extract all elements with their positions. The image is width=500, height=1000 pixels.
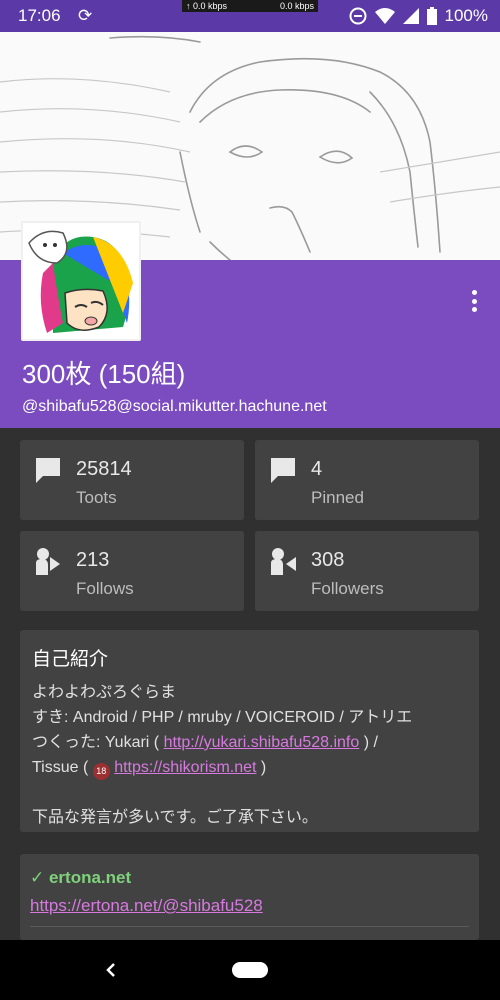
- stat-label: Followers: [311, 579, 384, 598]
- followers-icon: [271, 548, 296, 575]
- chat-bubble-icon: [271, 458, 295, 483]
- bio-text-fragment: ): [256, 759, 267, 776]
- bio-spacer: [32, 780, 472, 805]
- menu-dot: [471, 298, 477, 304]
- network-speed: ↑ 0.0 kbps 0.0 kbps: [182, 0, 318, 12]
- avatar[interactable]: [21, 221, 141, 341]
- wifi-icon: [374, 8, 395, 24]
- overflow-menu-button[interactable]: [462, 286, 486, 316]
- verified-field-name: ✓ ertona.net: [30, 868, 132, 887]
- status-icons: 100%: [349, 6, 488, 26]
- net-down: 0.0 kbps: [279, 1, 314, 11]
- status-time: 17:06: [18, 6, 61, 25]
- stat-follows[interactable]: 213 Follows: [20, 531, 244, 611]
- home-pill-button[interactable]: [232, 962, 268, 978]
- follows-icon: [36, 548, 60, 575]
- chat-bubble-icon: [36, 458, 60, 483]
- do-not-disturb-icon: [349, 7, 367, 25]
- menu-dot: [471, 290, 477, 295]
- bio-title: 自己紹介: [32, 649, 109, 670]
- stat-value: 308: [311, 549, 345, 571]
- stat-value: 25814: [76, 458, 132, 480]
- bio-card: 自己紹介 よわよわぷろぐらま すき: Android / PHP / mruby…: [20, 630, 479, 832]
- menu-dot: [471, 307, 477, 312]
- yukari-link[interactable]: http://yukari.shibafu528.info: [164, 734, 360, 751]
- net-up: ↑ 0.0 kbps: [186, 1, 228, 11]
- sync-icon: ⟳: [78, 6, 93, 25]
- battery-percent: 100%: [444, 6, 488, 25]
- stat-followers[interactable]: 308 Followers: [255, 531, 479, 611]
- stat-toots[interactable]: 25814 Toots: [20, 440, 244, 520]
- bio-text-fragment: Tissue (: [32, 759, 93, 776]
- bio-line: 下品な発言が多いです。ご了承下さい。: [32, 809, 318, 826]
- stat-pinned[interactable]: 4 Pinned: [255, 440, 479, 520]
- back-icon[interactable]: [100, 958, 120, 982]
- stat-label: Follows: [76, 579, 134, 598]
- shikorism-link[interactable]: https://shikorism.net: [114, 759, 256, 776]
- battery-icon: [426, 7, 437, 25]
- stat-value: 213: [76, 549, 110, 571]
- bio-line: つくった: Yukari ( http://yukari.shibafu528.…: [32, 730, 472, 755]
- bio-line: よわよわぷろぐらま: [32, 684, 177, 701]
- stat-label: Toots: [76, 488, 117, 507]
- avatar-drawing: [23, 223, 139, 339]
- profile-fields-card: ✓ ertona.net https://ertona.net/@shibafu…: [20, 854, 479, 940]
- cell-signal-icon: [402, 8, 419, 24]
- status-bar: 17:06 ⟳ ↑ 0.0 kbps 0.0 kbps 100%: [0, 0, 500, 32]
- account-handle: @shibafu528@social.mikutter.hachune.net: [22, 398, 327, 415]
- verified-field-link[interactable]: https://ertona.net/@shibafu528: [30, 896, 263, 916]
- stat-label: Pinned: [311, 488, 364, 507]
- bio-line: すき: Android / PHP / mruby / VOICEROID / …: [32, 709, 413, 726]
- stat-value: 4: [311, 458, 323, 480]
- r18-icon: 18: [92, 763, 110, 780]
- bio-text: よわよわぷろぐらま すき: Android / PHP / mruby / VO…: [32, 680, 472, 830]
- divider: [30, 926, 469, 927]
- display-name: 300枚 (150組): [22, 359, 186, 389]
- bio-text-fragment: つくった: Yukari (: [32, 734, 164, 751]
- bio-line: Tissue ( 18 https://shikorism.net ): [32, 755, 472, 780]
- bio-text-fragment: ) /: [359, 734, 378, 751]
